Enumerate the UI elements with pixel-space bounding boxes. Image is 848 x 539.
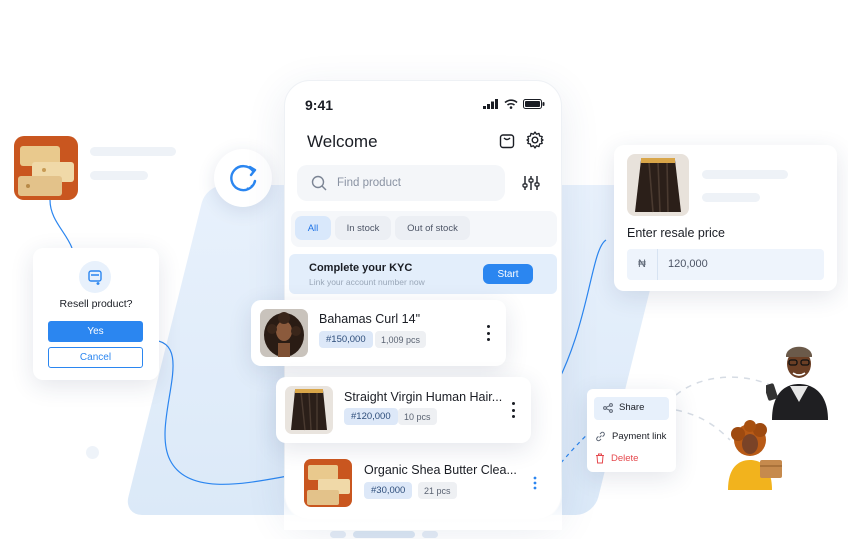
more-options-icon-active[interactable] [532, 476, 538, 490]
battery-icon [523, 99, 545, 109]
search-icon [311, 175, 327, 191]
product-context-menu: Share Payment link Delete [587, 389, 676, 472]
resale-price-field[interactable]: ₦ 120,000 [627, 249, 824, 280]
chip-in-stock[interactable]: In stock [335, 216, 391, 240]
avatar-woman-with-package [724, 420, 786, 490]
product-quantity: 1,009 pcs [375, 331, 427, 348]
placeholder-line [702, 170, 788, 179]
product-price: #120,000 [344, 408, 398, 425]
menu-share[interactable]: Share [603, 402, 644, 413]
menu-delete-label: Delete [611, 453, 639, 464]
kyc-subtitle: Link your account number now [309, 277, 425, 287]
avatar-man-with-phone [764, 340, 832, 420]
menu-payment-link[interactable]: Payment link [595, 431, 666, 442]
status-time: 9:41 [305, 97, 334, 113]
kyc-title: Complete your KYC [309, 262, 413, 274]
status-bar-icons [483, 99, 545, 109]
resell-icon [79, 261, 111, 293]
product-price: #150,000 [319, 331, 373, 348]
shopping-bag-icon[interactable] [497, 130, 517, 150]
cancel-button[interactable]: Cancel [48, 347, 143, 368]
more-options-icon[interactable] [484, 325, 492, 341]
welcome-title: Welcome [307, 132, 378, 151]
more-options-icon[interactable] [509, 402, 517, 418]
product-card[interactable]: Straight Virgin Human Hair... #120,000 1… [276, 377, 531, 443]
settings-gear-icon[interactable] [525, 130, 545, 150]
product-image-hair-bundle [627, 154, 689, 216]
yes-button[interactable]: Yes [48, 321, 143, 342]
link-icon [596, 431, 605, 442]
menu-payment-link-label: Payment link [612, 431, 667, 442]
product-row[interactable]: Organic Shea Butter Clea... #30,000 21 p… [296, 456, 556, 512]
product-image-straight-hair [285, 386, 333, 434]
product-image-curly-hair [260, 309, 308, 357]
product-name: Organic Shea Butter Clea... [364, 463, 517, 477]
product-card[interactable]: Bahamas Curl 14" #150,000 1,009 pcs [251, 300, 506, 366]
placeholder-line [90, 171, 148, 180]
resale-price-label: Enter resale price [627, 226, 725, 240]
refresh-icon [214, 149, 272, 207]
signal-icon [483, 99, 498, 109]
trash-icon [596, 453, 604, 464]
resell-question: Resell product? [59, 298, 133, 310]
resale-price-value[interactable]: 120,000 [668, 258, 708, 270]
field-divider [657, 249, 658, 280]
chip-all[interactable]: All [295, 216, 331, 240]
search-bar[interactable] [297, 165, 505, 201]
product-name: Bahamas Curl 14" [319, 312, 421, 326]
product-quantity: 21 pcs [418, 482, 457, 499]
product-quantity: 10 pcs [398, 408, 437, 425]
search-input[interactable] [337, 177, 487, 189]
product-image-shea-butter [304, 459, 352, 507]
placeholder-line [90, 147, 176, 156]
menu-share-label: Share [619, 402, 645, 413]
placeholder-line [702, 193, 760, 202]
menu-delete[interactable]: Delete [595, 453, 638, 464]
resale-price-card: Enter resale price ₦ 120,000 [614, 145, 837, 291]
wifi-icon [504, 99, 518, 109]
chip-out-of-stock[interactable]: Out of stock [395, 216, 470, 240]
share-icon [603, 402, 613, 413]
product-price: #30,000 [364, 482, 413, 499]
product-image-soap [14, 136, 78, 200]
resell-dialog: Resell product? Yes Cancel [33, 248, 159, 380]
filter-sliders-icon[interactable] [521, 173, 541, 193]
kyc-start-button[interactable]: Start [483, 264, 533, 284]
currency-symbol: ₦ [638, 258, 646, 270]
product-name: Straight Virgin Human Hair... [344, 390, 503, 404]
